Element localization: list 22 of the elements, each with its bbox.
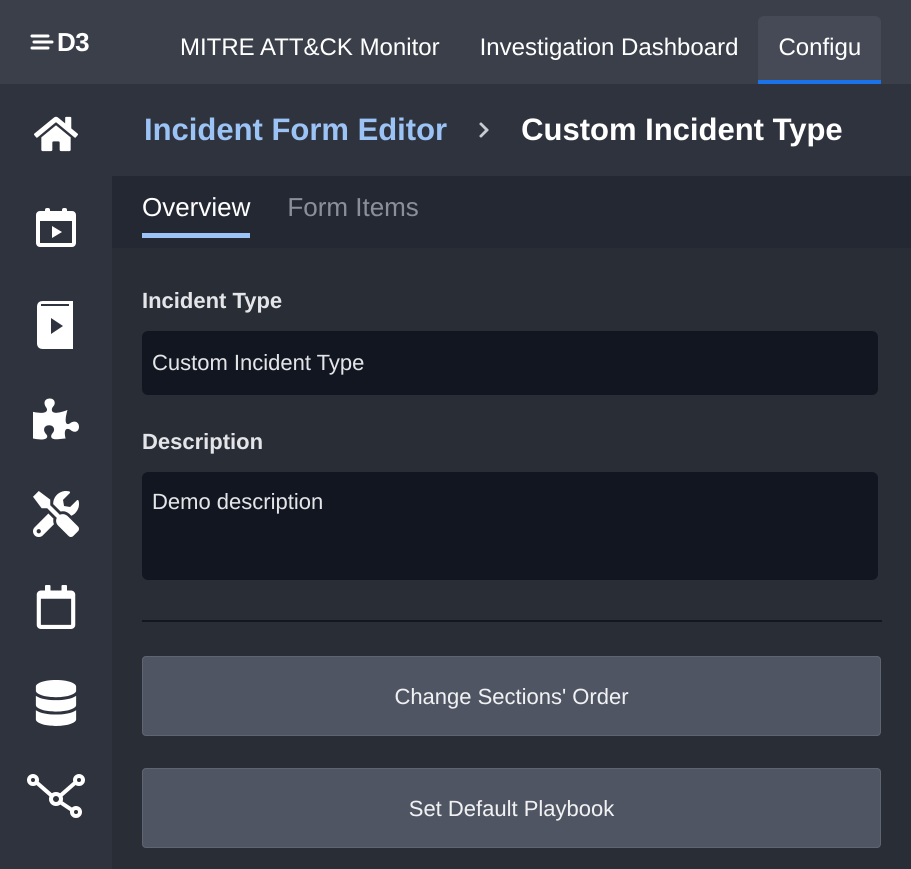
share-nodes-icon xyxy=(27,774,85,818)
text-field[interactable]: Custom Incident Type xyxy=(142,331,878,395)
database-icon[interactable] xyxy=(33,680,79,726)
tab[interactable]: Overview xyxy=(142,188,250,238)
calendar-play-icon xyxy=(35,206,77,249)
nav-tab[interactable]: MITRE ATT&CK Monitor xyxy=(160,16,460,84)
breadcrumb-link[interactable]: Incident Form Editor xyxy=(144,106,448,154)
field-label: Description xyxy=(142,428,264,456)
field-label: Incident Type xyxy=(142,287,284,315)
nav-tab[interactable]: Investigation Dashboard xyxy=(460,16,758,84)
book-play-icon xyxy=(37,301,75,350)
page-title: Custom Incident Type xyxy=(521,110,843,149)
logo-text: D3 xyxy=(57,29,89,55)
description-field[interactable]: Demo description xyxy=(142,472,878,580)
calendar-icon[interactable] xyxy=(34,585,78,630)
logo-stripes-icon xyxy=(30,33,54,51)
action-button[interactable]: Set Default Playbook xyxy=(142,768,881,848)
nav-tab[interactable]: Configu xyxy=(758,16,882,84)
action-button[interactable]: Change Sections' Order xyxy=(142,656,881,736)
puzzle-piece-icon[interactable] xyxy=(33,396,79,442)
tools-icon[interactable] xyxy=(33,490,79,536)
tab[interactable]: Form Items xyxy=(287,188,419,238)
